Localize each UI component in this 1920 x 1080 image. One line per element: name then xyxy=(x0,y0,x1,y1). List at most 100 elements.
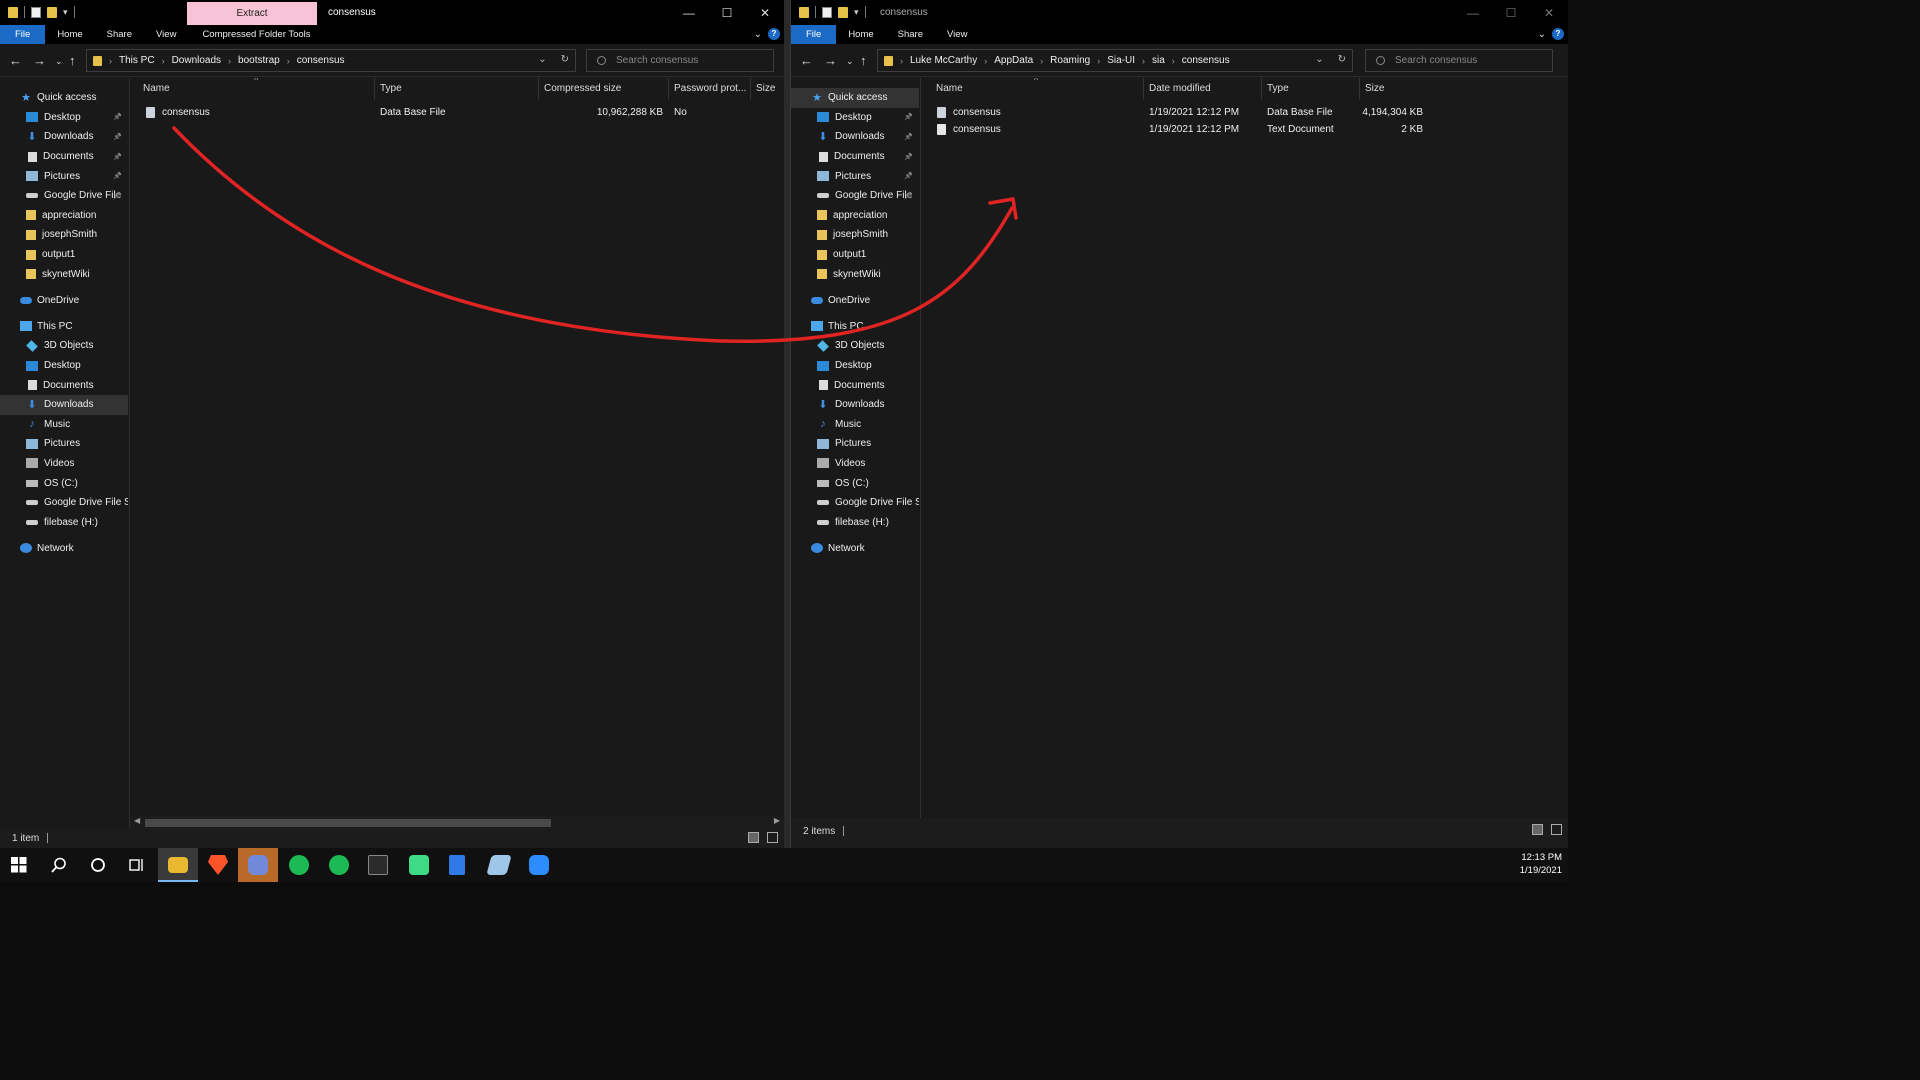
sidebar-item-google-drive-file-st[interactable]: Google Drive File St xyxy=(791,493,919,513)
customize-toolbar-icon[interactable]: ▾ xyxy=(854,7,859,18)
breadcrumb-this-pc[interactable]: This PC xyxy=(119,55,155,66)
details-view-icon[interactable] xyxy=(1532,824,1543,835)
sidebar-item-documents[interactable]: Documents xyxy=(791,375,919,395)
pin-icon[interactable]: 📌 xyxy=(904,113,913,121)
sidebar-item-josephsmith[interactable]: josephSmith xyxy=(0,225,128,245)
sidebar-item-documents[interactable]: Documents 📌 xyxy=(0,147,128,167)
recent-locations-icon[interactable]: ⌄ xyxy=(846,56,854,67)
customize-toolbar-icon[interactable]: ▾ xyxy=(63,7,68,18)
pin-icon[interactable]: 📌 xyxy=(904,153,913,161)
sidebar-item-documents[interactable]: Documents xyxy=(0,375,128,395)
nav-quick-access[interactable]: ★ Quick access xyxy=(0,88,128,108)
sidebar-item-pictures[interactable]: Pictures 📌 xyxy=(0,166,128,186)
table-row[interactable]: consensus 1/19/2021 12:12 PM Data Base F… xyxy=(937,104,1423,121)
pin-icon[interactable]: 📌 xyxy=(113,133,122,141)
spotify-icon[interactable] xyxy=(329,855,349,875)
minimize-button[interactable]: — xyxy=(670,0,708,25)
sidebar-item-filebase-h-[interactable]: filebase (H:) xyxy=(791,512,919,532)
tab-home[interactable]: Home xyxy=(836,25,885,44)
properties-icon[interactable] xyxy=(31,6,41,18)
tab-file[interactable]: File xyxy=(0,25,46,44)
pin-icon[interactable]: 📌 xyxy=(904,192,913,200)
forward-icon[interactable]: → xyxy=(824,53,837,68)
breadcrumb-user[interactable]: Luke McCarthy xyxy=(910,55,977,66)
nav-this-pc[interactable]: This PC xyxy=(0,317,128,337)
large-icons-view-icon[interactable] xyxy=(767,832,778,843)
details-view-icon[interactable] xyxy=(748,832,759,843)
app-icon[interactable] xyxy=(486,855,512,875)
scroll-left-icon[interactable]: ◀ xyxy=(134,816,140,825)
pin-icon[interactable]: 📌 xyxy=(113,153,122,161)
back-icon[interactable]: ← xyxy=(9,53,22,68)
sidebar-item-google-drive-file[interactable]: Google Drive File 📌 xyxy=(791,186,919,206)
title-bar[interactable]: ▾ consensus — ☐ ✕ xyxy=(791,0,1568,25)
address-bar[interactable]: › Luke McCarthy › AppData › Roaming › Si… xyxy=(877,49,1353,72)
minimize-button[interactable]: — xyxy=(1454,0,1492,25)
zoom-icon[interactable] xyxy=(529,855,549,875)
address-dropdown-icon[interactable]: ⌄ xyxy=(538,54,546,65)
breadcrumb-sia-ui[interactable]: Sia-UI xyxy=(1107,55,1135,66)
nav-network[interactable]: Network xyxy=(0,539,128,559)
sidebar-item-pictures[interactable]: Pictures xyxy=(0,434,128,454)
column-type[interactable]: Type xyxy=(375,78,539,100)
nav-onedrive[interactable]: OneDrive xyxy=(791,290,919,310)
scroll-right-icon[interactable]: ▶ xyxy=(774,816,780,825)
tab-extract[interactable]: Extract xyxy=(187,2,317,25)
spotify-icon[interactable] xyxy=(289,855,309,875)
refresh-icon[interactable]: ↻ xyxy=(561,54,569,65)
sidebar-item-desktop[interactable]: Desktop xyxy=(791,356,919,376)
up-icon[interactable]: ↑ xyxy=(69,53,76,68)
sidebar-item-desktop[interactable]: Desktop 📌 xyxy=(791,108,919,128)
tab-share[interactable]: Share xyxy=(886,25,935,44)
sidebar-item-skynetwiki[interactable]: skynetWiki xyxy=(0,264,128,284)
properties-icon[interactable] xyxy=(822,6,832,18)
close-button[interactable]: ✕ xyxy=(746,0,784,25)
sidebar-item-downloads[interactable]: ⬇ Downloads xyxy=(0,394,128,415)
close-button[interactable]: ✕ xyxy=(1530,0,1568,25)
sidebar-item-os-c-[interactable]: OS (C:) xyxy=(791,473,919,493)
pin-icon[interactable]: 📌 xyxy=(904,172,913,180)
nav-onedrive[interactable]: OneDrive xyxy=(0,290,128,310)
file-explorer-button[interactable] xyxy=(158,848,198,882)
android-studio-icon[interactable] xyxy=(409,855,429,875)
tab-compressed-folder-tools[interactable]: Compressed Folder Tools xyxy=(188,25,322,44)
table-row[interactable]: consensus Data Base File 10,962,288 KB N… xyxy=(146,104,743,121)
breadcrumb-consensus[interactable]: consensus xyxy=(297,55,345,66)
refresh-icon[interactable]: ↻ xyxy=(1338,54,1346,65)
discord-button[interactable] xyxy=(238,848,278,882)
title-bar[interactable]: ▾ Extract consensus — ☐ ✕ xyxy=(0,0,784,25)
task-view-icon[interactable] xyxy=(129,857,145,873)
address-bar[interactable]: › This PC › Downloads › bootstrap › cons… xyxy=(86,49,576,72)
pin-icon[interactable]: 📌 xyxy=(113,172,122,180)
column-password-protected[interactable]: Password prot... xyxy=(669,78,751,100)
column-compressed-size[interactable]: Compressed size xyxy=(539,78,669,100)
notepad-icon[interactable] xyxy=(449,855,465,875)
sidebar-item-josephsmith[interactable]: josephSmith xyxy=(791,225,919,245)
column-type[interactable]: Type xyxy=(1262,78,1360,100)
sidebar-item-output1[interactable]: output1 xyxy=(0,245,128,265)
cortana-icon[interactable] xyxy=(90,857,106,873)
sidebar-item-desktop[interactable]: Desktop 📌 xyxy=(0,108,128,128)
pin-icon[interactable]: 📌 xyxy=(904,133,913,141)
sidebar-item-downloads[interactable]: ⬇ Downloads xyxy=(791,395,919,415)
new-folder-icon[interactable] xyxy=(838,6,848,18)
recent-locations-icon[interactable]: ⌄ xyxy=(55,56,63,67)
breadcrumb-roaming[interactable]: Roaming xyxy=(1050,55,1090,66)
sidebar-item-documents[interactable]: Documents 📌 xyxy=(791,147,919,167)
terminal-icon[interactable] xyxy=(368,855,388,875)
breadcrumb-bootstrap[interactable]: bootstrap xyxy=(238,55,280,66)
column-size[interactable]: Size xyxy=(751,78,784,100)
expand-ribbon-icon[interactable]: ⌄ xyxy=(1538,29,1546,40)
nav-quick-access[interactable]: ★ Quick access xyxy=(791,88,919,108)
sidebar-item-desktop[interactable]: Desktop xyxy=(0,356,128,376)
sidebar-item-appreciation[interactable]: appreciation xyxy=(791,206,919,226)
sidebar-item-pictures[interactable]: Pictures 📌 xyxy=(791,166,919,186)
forward-icon[interactable]: → xyxy=(33,53,46,68)
maximize-button[interactable]: ☐ xyxy=(708,0,746,25)
nav-network[interactable]: Network xyxy=(791,539,919,559)
sidebar-item-output1[interactable]: output1 xyxy=(791,245,919,265)
sidebar-item-3d-objects[interactable]: 3D Objects xyxy=(0,336,128,356)
horizontal-scrollbar[interactable]: ◀ ▶ xyxy=(130,816,784,828)
tab-file[interactable]: File xyxy=(791,25,837,44)
search-icon[interactable] xyxy=(51,857,67,873)
